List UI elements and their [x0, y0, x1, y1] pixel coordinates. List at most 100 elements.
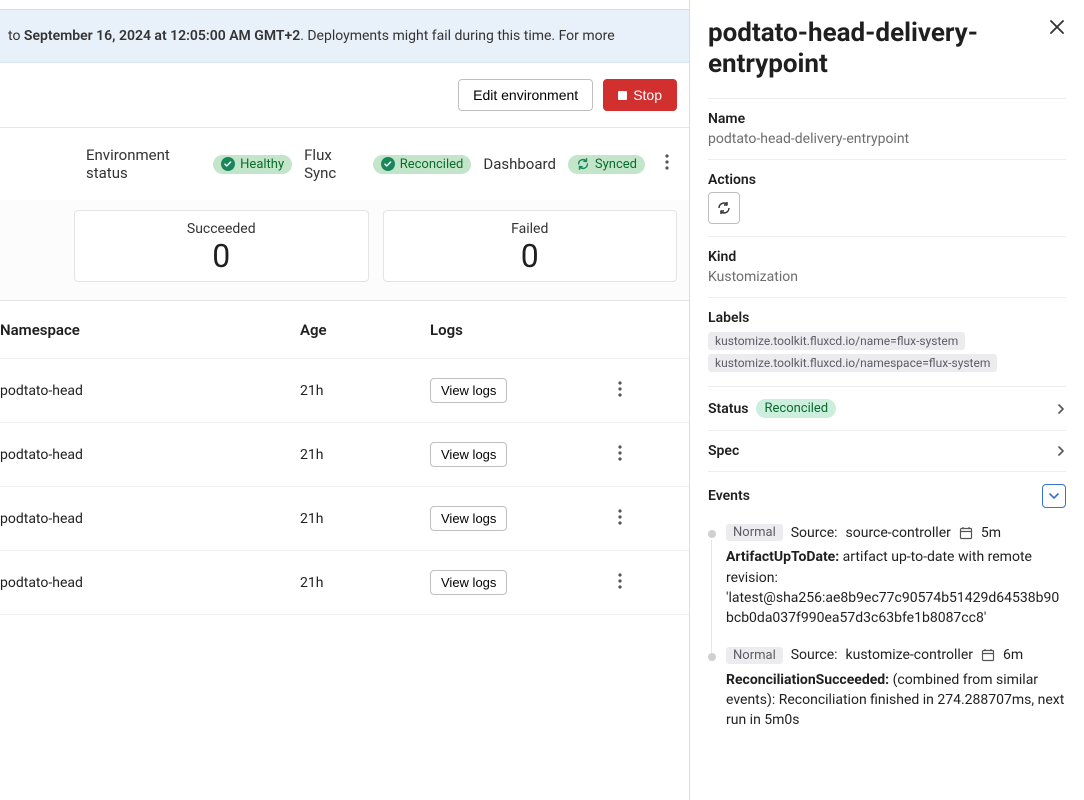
row-kebab-menu[interactable] [600, 441, 640, 469]
chevron-right-icon [1056, 404, 1066, 414]
top-divider [0, 0, 689, 10]
succeeded-label: Succeeded [75, 221, 368, 237]
event-tag: Normal [726, 524, 783, 541]
table-row: podtato-head 21h View logs [0, 551, 689, 615]
maintenance-banner: to September 16, 2024 at 12:05:00 AM GMT… [0, 10, 689, 63]
status-bar: Environment status Healthy Flux Sync Rec… [0, 127, 689, 200]
labels-list: kustomize.toolkit.fluxcd.io/name=flux-sy… [708, 330, 1066, 374]
event-msg-title: ArtifactUpToDate: [726, 549, 839, 565]
kind-value: Kustomization [708, 269, 1066, 285]
events-label: Events [708, 488, 750, 504]
stats-row: Succeeded 0 Failed 0 [0, 200, 689, 300]
table-row: podtato-head 21h View logs [0, 487, 689, 551]
dashboard-label: Dashboard [483, 155, 556, 173]
failed-label: Failed [384, 221, 677, 237]
event-age: 6m [1003, 647, 1023, 663]
cell-age: 21h [300, 511, 430, 527]
row-kebab-menu[interactable] [600, 505, 640, 533]
row-kebab-menu[interactable] [600, 377, 640, 405]
detail-panel: podtato-head-delivery-entrypoint Name po… [689, 0, 1084, 800]
spec-label: Spec [708, 443, 739, 459]
cell-namespace: podtato-head [0, 575, 300, 591]
health-text: Healthy [240, 157, 284, 172]
event-source-label: Source: [791, 647, 838, 663]
cell-namespace: podtato-head [0, 447, 300, 463]
health-badge: Healthy [213, 155, 292, 174]
label-chip: kustomize.toolkit.fluxcd.io/name=flux-sy… [708, 332, 965, 350]
refresh-button[interactable] [708, 192, 740, 224]
event-message: ReconciliationSucceeded: (combined from … [726, 670, 1066, 731]
banner-date: September 16, 2024 at 12:05:00 AM GMT+2 [24, 28, 300, 44]
name-label: Name [708, 111, 1066, 127]
env-toolbar: Edit environment Stop [0, 63, 689, 127]
events-section-header: Events [708, 471, 1066, 520]
name-value: podtato-head-delivery-entrypoint [708, 131, 1066, 147]
row-kebab-menu[interactable] [600, 569, 640, 597]
event-source: kustomize-controller [846, 647, 973, 663]
status-badge: Reconciled [756, 399, 836, 418]
calendar-icon [959, 526, 973, 540]
view-logs-button[interactable]: View logs [430, 570, 507, 595]
check-circle-icon [381, 157, 395, 171]
field-name: Name podtato-head-delivery-entrypoint [708, 98, 1066, 159]
status-section[interactable]: Status Reconciled [708, 386, 1066, 430]
event-item: Normal Source: source-controller 5m Arti… [708, 524, 1066, 628]
failed-value: 0 [384, 237, 677, 275]
col-namespace: Namespace [0, 321, 300, 339]
sync-icon [576, 157, 590, 171]
actions-label: Actions [708, 172, 1066, 188]
events-list: Normal Source: source-controller 5m Arti… [708, 520, 1066, 730]
event-source-label: Source: [791, 525, 838, 541]
succeeded-value: 0 [75, 237, 368, 275]
succeeded-card: Succeeded 0 [74, 210, 369, 282]
flux-text: Reconciled [400, 157, 464, 172]
labels-label: Labels [708, 310, 1066, 326]
stop-button[interactable]: Stop [603, 79, 677, 111]
cell-namespace: podtato-head [0, 383, 300, 399]
cell-age: 21h [300, 575, 430, 591]
check-circle-icon [221, 157, 235, 171]
col-logs: Logs [430, 321, 600, 339]
banner-prefix: to [8, 28, 24, 44]
table-row: podtato-head 21h View logs [0, 423, 689, 487]
field-kind: Kind Kustomization [708, 236, 1066, 297]
view-logs-button[interactable]: View logs [430, 442, 507, 467]
event-item: Normal Source: kustomize-controller 6m R… [708, 647, 1066, 731]
field-actions: Actions [708, 159, 1066, 236]
view-logs-button[interactable]: View logs [430, 378, 507, 403]
dashboard-badge: Synced [568, 155, 645, 174]
event-message: ArtifactUpToDate: artifact up-to-date wi… [726, 547, 1066, 628]
failed-card: Failed 0 [383, 210, 678, 282]
cell-age: 21h [300, 383, 430, 399]
event-age: 5m [981, 525, 1001, 541]
status-label: Status [708, 401, 748, 417]
status-kebab-menu[interactable] [657, 150, 677, 178]
timeline-dot-icon [708, 530, 716, 538]
events-collapse-button[interactable] [1042, 484, 1066, 508]
env-status-label: Environment status [86, 146, 201, 182]
main-content: to September 16, 2024 at 12:05:00 AM GMT… [0, 0, 689, 800]
banner-suffix: . Deployments might fail during this tim… [300, 28, 615, 44]
event-tag: Normal [726, 647, 783, 664]
spec-section[interactable]: Spec [708, 430, 1066, 471]
view-logs-button[interactable]: View logs [430, 506, 507, 531]
field-labels: Labels kustomize.toolkit.fluxcd.io/name=… [708, 297, 1066, 386]
label-chip: kustomize.toolkit.fluxcd.io/namespace=fl… [708, 354, 997, 372]
pods-list: Namespace Age Logs podtato-head 21h View… [0, 300, 689, 615]
event-msg-title: ReconciliationSucceeded: [726, 672, 889, 688]
close-panel-button[interactable] [1046, 16, 1068, 42]
dashboard-text: Synced [595, 157, 637, 172]
flux-badge: Reconciled [373, 155, 472, 174]
edit-environment-button[interactable]: Edit environment [458, 79, 593, 111]
col-age: Age [300, 321, 430, 339]
cell-namespace: podtato-head [0, 511, 300, 527]
stop-icon [618, 91, 627, 100]
close-icon [1050, 20, 1064, 34]
list-header: Namespace Age Logs [0, 301, 689, 359]
calendar-icon [981, 648, 995, 662]
refresh-icon [716, 200, 732, 216]
chevron-down-icon [1049, 491, 1059, 501]
cell-age: 21h [300, 447, 430, 463]
timeline-dot-icon [708, 653, 716, 661]
stop-label: Stop [633, 87, 662, 103]
